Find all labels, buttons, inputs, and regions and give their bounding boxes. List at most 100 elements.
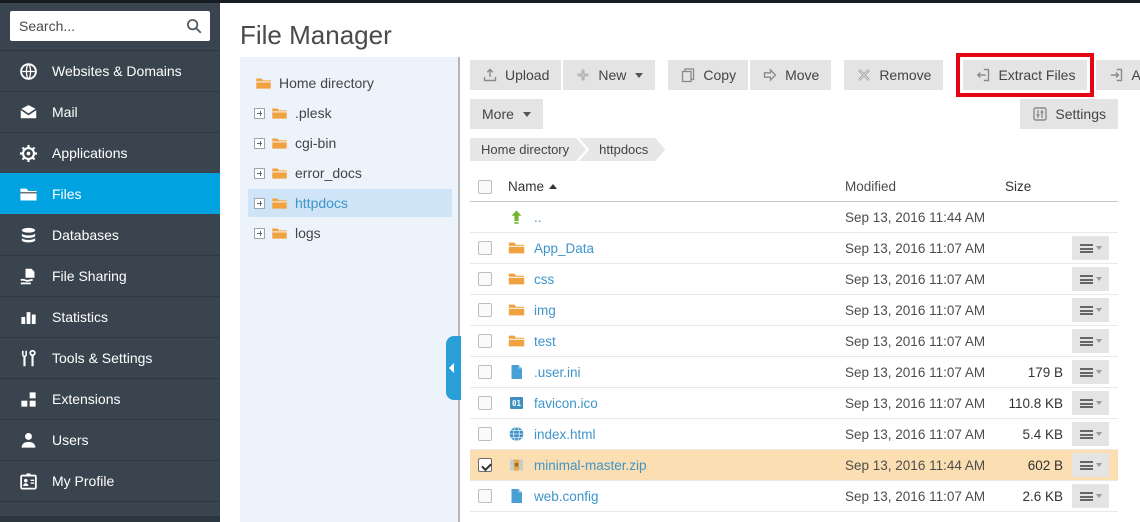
file-name-link[interactable]: img xyxy=(534,303,556,318)
row-menu-button[interactable] xyxy=(1072,329,1109,353)
file-name-link[interactable]: web.config xyxy=(534,489,599,504)
sidebar-divider xyxy=(0,501,220,502)
row-menu-button[interactable] xyxy=(1072,422,1109,446)
breadcrumb: Home directory httpdocs xyxy=(470,138,1118,161)
copy-button[interactable]: Copy xyxy=(668,60,748,90)
tools-icon xyxy=(19,349,38,368)
sidebar-item-mail[interactable]: Mail xyxy=(0,91,220,132)
file-manager-content: Upload New Copy Move Remove xyxy=(470,55,1118,512)
tree-collapse-handle[interactable] xyxy=(446,336,461,400)
expand-plus-icon[interactable] xyxy=(254,198,265,209)
file-name-link[interactable]: favicon.ico xyxy=(534,396,598,411)
plus-icon xyxy=(575,67,591,83)
table-body: .. Sep 13, 2016 11:44 AM App_Data Sep 13… xyxy=(470,202,1118,512)
move-arrow-icon xyxy=(762,67,778,83)
file-icon xyxy=(508,364,525,380)
sidebar-item-tools-settings[interactable]: Tools & Settings xyxy=(0,337,220,378)
binary-icon xyxy=(508,395,525,411)
header-name[interactable]: Name xyxy=(508,179,845,194)
table-row: img Sep 13, 2016 11:07 AM xyxy=(470,295,1118,326)
expand-plus-icon[interactable] xyxy=(254,168,265,179)
modified-cell: Sep 13, 2016 11:07 AM xyxy=(845,272,1003,287)
row-checkbox[interactable] xyxy=(478,334,492,348)
sidebar-item-extensions[interactable]: Extensions xyxy=(0,378,220,419)
row-menu-button[interactable] xyxy=(1072,484,1109,508)
gear-icon xyxy=(19,144,38,163)
settings-button[interactable]: Settings xyxy=(1020,99,1118,129)
table-row: test Sep 13, 2016 11:07 AM xyxy=(470,326,1118,357)
sidebar-item-my-profile[interactable]: My Profile xyxy=(0,460,220,501)
file-name-link[interactable]: css xyxy=(534,272,554,287)
more-button[interactable]: More xyxy=(470,99,543,129)
chevron-down-icon xyxy=(635,73,643,78)
file-name-link[interactable]: index.html xyxy=(534,427,596,442)
folder-icon xyxy=(271,136,288,151)
search-input[interactable] xyxy=(10,11,210,41)
expand-plus-icon[interactable] xyxy=(254,228,265,239)
user-icon xyxy=(19,431,38,450)
sidebar-item-websites-domains[interactable]: Websites & Domains xyxy=(0,50,220,91)
file-name-link[interactable]: App_Data xyxy=(534,241,594,256)
file-name-link[interactable]: .user.ini xyxy=(534,365,581,380)
file-name-link[interactable]: .. xyxy=(534,210,542,225)
header-size[interactable]: Size xyxy=(1003,179,1063,194)
chevron-down-icon xyxy=(1096,277,1102,281)
sidebar-search xyxy=(10,11,210,41)
modified-cell: Sep 13, 2016 11:07 AM xyxy=(845,396,1003,411)
sidebar-item-users[interactable]: Users xyxy=(0,419,220,460)
row-checkbox[interactable] xyxy=(478,396,492,410)
row-checkbox[interactable] xyxy=(478,272,492,286)
tree-item-cgi-bin[interactable]: cgi-bin xyxy=(248,129,452,157)
row-checkbox[interactable] xyxy=(478,427,492,441)
tree-item-error-docs[interactable]: error_docs xyxy=(248,159,452,187)
row-checkbox[interactable] xyxy=(478,365,492,379)
add-to-archive-button[interactable]: Add to Archive xyxy=(1096,60,1140,90)
row-checkbox[interactable] xyxy=(478,303,492,317)
sidebar-item-databases[interactable]: Databases xyxy=(0,214,220,255)
toolbar-row-2: More Settings xyxy=(470,99,1118,129)
expand-plus-icon[interactable] xyxy=(254,138,265,149)
extract-files-button[interactable]: Extract Files xyxy=(963,60,1087,90)
row-checkbox[interactable] xyxy=(478,458,492,472)
expand-plus-icon[interactable] xyxy=(254,108,265,119)
row-checkbox[interactable] xyxy=(478,489,492,503)
row-menu-button[interactable] xyxy=(1072,391,1109,415)
table-row: minimal-master.zip Sep 13, 2016 11:44 AM… xyxy=(470,450,1118,481)
tree-item-plesk[interactable]: .plesk xyxy=(248,99,452,127)
row-checkbox[interactable] xyxy=(478,241,492,255)
share-icon xyxy=(19,267,38,286)
sidebar-item-applications[interactable]: Applications xyxy=(0,132,220,173)
select-all-checkbox[interactable] xyxy=(478,180,492,194)
hamburger-icon xyxy=(1080,368,1093,377)
folder-icon xyxy=(255,76,272,91)
hamburger-icon xyxy=(1080,461,1093,470)
toolbar-group-remove: Remove xyxy=(844,60,943,90)
sidebar-item-statistics[interactable]: Statistics xyxy=(0,296,220,337)
chevron-down-icon xyxy=(1096,339,1102,343)
sidebar-item-file-sharing[interactable]: File Sharing xyxy=(0,255,220,296)
modified-cell: Sep 13, 2016 11:07 AM xyxy=(845,427,1003,442)
remove-button[interactable]: Remove xyxy=(844,60,943,90)
breadcrumb-httpdocs[interactable]: httpdocs xyxy=(579,138,665,161)
header-modified[interactable]: Modified xyxy=(845,179,1003,194)
tree-item-logs[interactable]: logs xyxy=(248,219,452,247)
modified-cell: Sep 13, 2016 11:07 AM xyxy=(845,365,1003,380)
new-button[interactable]: New xyxy=(563,60,655,90)
tree-item-home-directory[interactable]: Home directory xyxy=(248,69,452,97)
breadcrumb-home-directory[interactable]: Home directory xyxy=(470,138,586,161)
table-header: Name Modified Size xyxy=(470,172,1118,202)
chevron-down-icon xyxy=(1096,401,1102,405)
sidebar-item-files[interactable]: Files xyxy=(0,173,220,214)
file-name-link[interactable]: test xyxy=(534,334,556,349)
row-menu-button[interactable] xyxy=(1072,453,1109,477)
upload-button[interactable]: Upload xyxy=(470,60,561,90)
chevron-down-icon xyxy=(523,112,531,117)
tree-item-httpdocs[interactable]: httpdocs xyxy=(248,189,452,217)
row-menu-button[interactable] xyxy=(1072,360,1109,384)
row-menu-button[interactable] xyxy=(1072,267,1109,291)
move-button[interactable]: Move xyxy=(750,60,831,90)
row-menu-button[interactable] xyxy=(1072,298,1109,322)
row-menu-button[interactable] xyxy=(1072,236,1109,260)
search-icon[interactable] xyxy=(185,17,203,35)
file-name-link[interactable]: minimal-master.zip xyxy=(534,458,647,473)
